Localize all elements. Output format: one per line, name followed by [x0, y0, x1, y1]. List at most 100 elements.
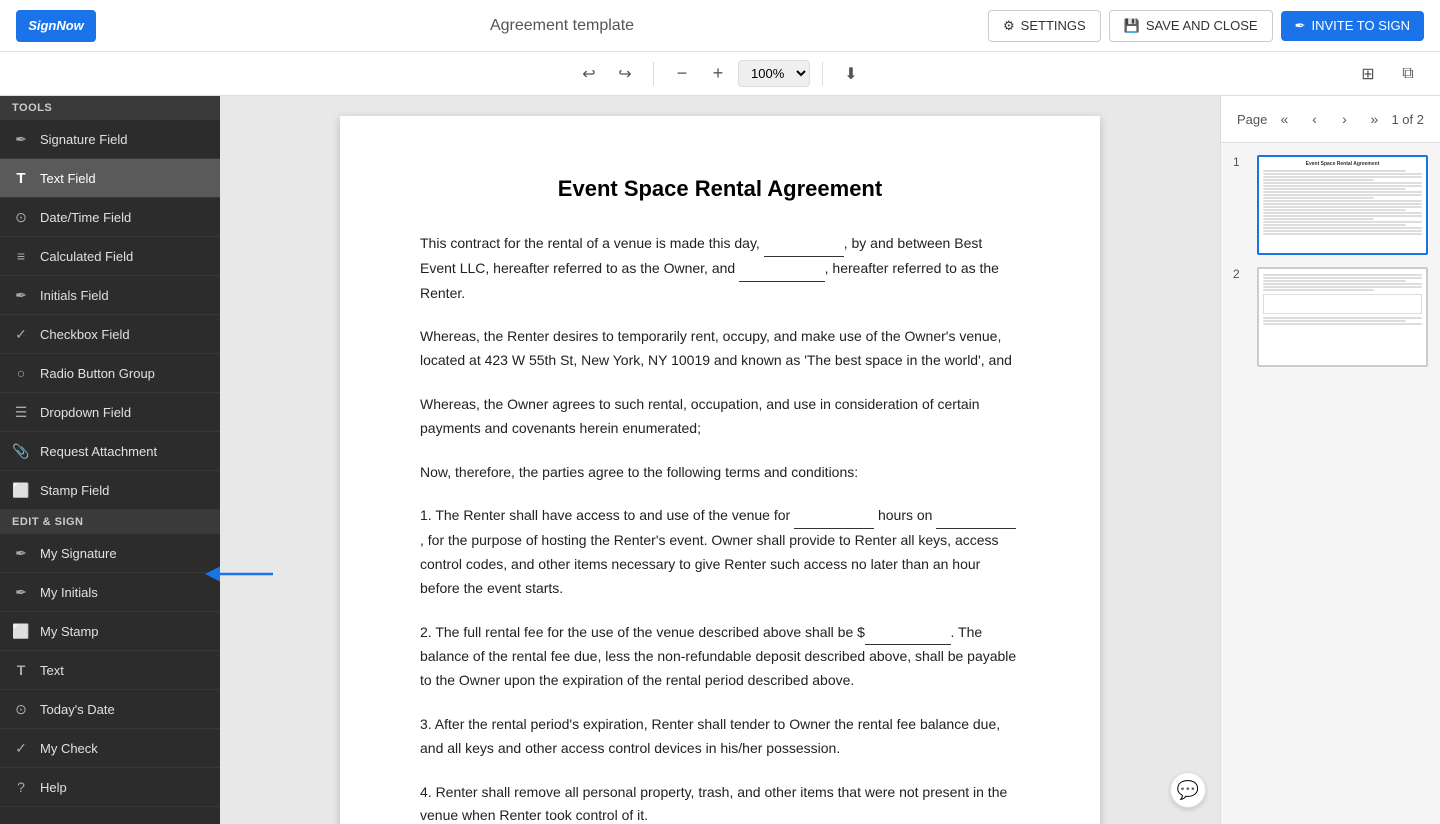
- thumb-line: [1263, 173, 1422, 175]
- thumb-line: [1263, 218, 1374, 220]
- sidebar-item-label: Help: [40, 780, 67, 795]
- thumb-line: [1263, 323, 1422, 325]
- sidebar-item-label: Signature Field: [40, 132, 127, 147]
- settings-button[interactable]: ⚙ SETTINGS: [988, 10, 1101, 42]
- thumb-line: [1263, 188, 1406, 190]
- thumb-table: [1263, 294, 1422, 314]
- my-initials-icon: ✒: [12, 583, 30, 601]
- blank-date2: [936, 504, 1016, 529]
- page-first-button[interactable]: «: [1271, 106, 1297, 132]
- page-last-button[interactable]: »: [1361, 106, 1387, 132]
- thumb-line: [1263, 194, 1422, 196]
- page-first-icon: «: [1281, 111, 1289, 127]
- thumb-line: [1263, 209, 1406, 211]
- sidebar-item-help[interactable]: ? Help: [0, 768, 220, 807]
- sidebar-item-label: Text Field: [40, 171, 96, 186]
- thumb-line: [1263, 182, 1422, 184]
- sidebar-item-signature-field[interactable]: ✒ Signature Field: [0, 120, 220, 159]
- top-bar: SignNow Agreement template ⚙ SETTINGS 💾 …: [0, 0, 1440, 52]
- sidebar-item-my-check[interactable]: ✓ My Check: [0, 729, 220, 768]
- page-prev-button[interactable]: ‹: [1301, 106, 1327, 132]
- thumb-line: [1263, 215, 1422, 217]
- copy-button[interactable]: ⧉: [1392, 58, 1424, 90]
- page-of-total: 1 of 2: [1391, 112, 1424, 127]
- pages-header: Page « ‹ › » 1 of 2: [1221, 96, 1440, 143]
- sidebar-item-my-initials[interactable]: ✒ My Initials: [0, 573, 220, 612]
- sidebar-item-dropdown-field[interactable]: ☰ Dropdown Field: [0, 393, 220, 432]
- thumb-line: [1263, 317, 1422, 319]
- undo-button[interactable]: ↩: [573, 58, 605, 90]
- columns-button[interactable]: ⊞: [1352, 58, 1384, 90]
- sidebar-item-label: Calculated Field: [40, 249, 133, 264]
- thumb-line: [1263, 320, 1406, 322]
- edit-sign-section-header: Edit & Sign: [0, 510, 220, 534]
- thumb-line: [1263, 230, 1422, 232]
- sidebar-item-initials-field[interactable]: ✒ Initials Field: [0, 276, 220, 315]
- blank-date: [764, 232, 844, 257]
- page-1-number: 1: [1233, 155, 1249, 169]
- text-icon: T: [12, 661, 30, 679]
- sidebar-item-label: Checkbox Field: [40, 327, 130, 342]
- sidebar-item-label: Initials Field: [40, 288, 109, 303]
- sidebar-item-stamp-field[interactable]: ⬜ Stamp Field: [0, 471, 220, 510]
- paragraph-7: 3. After the rental period's expiration,…: [420, 713, 1020, 761]
- sidebar-item-datetime-field[interactable]: ⊙ Date/Time Field: [0, 198, 220, 237]
- page-next-icon: ›: [1342, 111, 1347, 127]
- blank-hours: [794, 504, 874, 529]
- save-close-button[interactable]: 💾 SAVE AND CLOSE: [1109, 10, 1273, 42]
- paragraph-5: 1. The Renter shall have access to and u…: [420, 504, 1020, 600]
- sidebar-item-label: Dropdown Field: [40, 405, 131, 420]
- sidebar-item-checkbox-field[interactable]: ✓ Checkbox Field: [0, 315, 220, 354]
- page-thumb-2-container: 2: [1233, 267, 1428, 367]
- sidebar-item-label: My Check: [40, 741, 98, 756]
- thumb-line: [1263, 176, 1422, 178]
- sidebar-item-my-stamp[interactable]: ⬜ My Stamp: [0, 612, 220, 651]
- thumb-line: [1263, 283, 1422, 285]
- download-icon: ⬇: [844, 64, 857, 84]
- page-label: Page: [1237, 112, 1267, 127]
- my-check-icon: ✓: [12, 739, 30, 757]
- zoom-select[interactable]: 100% 50% 75% 125% 150%: [738, 60, 810, 87]
- toolbar-divider-2: [822, 62, 823, 86]
- chat-button[interactable]: 💬: [1170, 772, 1206, 808]
- thumb-line: [1263, 280, 1406, 282]
- thumb-line: [1263, 200, 1422, 202]
- tools-section-header: Tools: [0, 96, 220, 120]
- thumb-line: [1263, 197, 1374, 199]
- page-next-button[interactable]: ›: [1331, 106, 1357, 132]
- invite-to-sign-button[interactable]: ✒ INVITE TO SIGN: [1281, 11, 1424, 41]
- thumb-line: [1263, 277, 1422, 279]
- redo-icon: ↪: [618, 64, 631, 84]
- sidebar-item-text[interactable]: T Text: [0, 651, 220, 690]
- document-heading: Event Space Rental Agreement: [420, 176, 1020, 202]
- pages-container: 1 Event Space Rental Agreement: [1221, 143, 1440, 824]
- sidebar-item-todays-date[interactable]: ⊙ Today's Date: [0, 690, 220, 729]
- redo-button[interactable]: ↪: [609, 58, 641, 90]
- arrow-annotation: [218, 564, 274, 584]
- page-thumb-2[interactable]: [1257, 267, 1428, 367]
- paragraph-4: Now, therefore, the parties agree to the…: [420, 461, 1020, 485]
- gear-icon: ⚙: [1003, 18, 1015, 34]
- save-icon: 💾: [1124, 18, 1140, 34]
- paragraph-1: This contract for the rental of a venue …: [420, 232, 1020, 305]
- my-stamp-icon: ⬜: [12, 622, 30, 640]
- right-panel: Page « ‹ › » 1 of 2 1: [1220, 96, 1440, 824]
- sidebar-item-calculated-field[interactable]: ≡ Calculated Field: [0, 237, 220, 276]
- undo-icon: ↩: [582, 64, 595, 84]
- invite-icon: ✒: [1295, 18, 1306, 34]
- zoom-in-button[interactable]: +: [702, 58, 734, 90]
- calculated-icon: ≡: [12, 247, 30, 265]
- sidebar: Tools ✒ Signature Field T Text Field ⊙ D…: [0, 96, 220, 824]
- thumb-line: [1263, 191, 1422, 193]
- text-field-icon: T: [12, 169, 30, 187]
- sidebar-item-request-attachment[interactable]: 📎 Request Attachment: [0, 432, 220, 471]
- sidebar-item-my-signature[interactable]: ✒ My Signature: [0, 534, 220, 573]
- zoom-out-button[interactable]: −: [666, 58, 698, 90]
- sidebar-item-text-field[interactable]: T Text Field: [0, 159, 220, 198]
- download-button[interactable]: ⬇: [835, 58, 867, 90]
- page-thumb-1[interactable]: Event Space Rental Agreement: [1257, 155, 1428, 255]
- sidebar-item-label: Today's Date: [40, 702, 115, 717]
- paragraph-8: 4. Renter shall remove all personal prop…: [420, 781, 1020, 824]
- sidebar-item-radio-button-group[interactable]: ○ Radio Button Group: [0, 354, 220, 393]
- thumb-line: [1263, 170, 1406, 172]
